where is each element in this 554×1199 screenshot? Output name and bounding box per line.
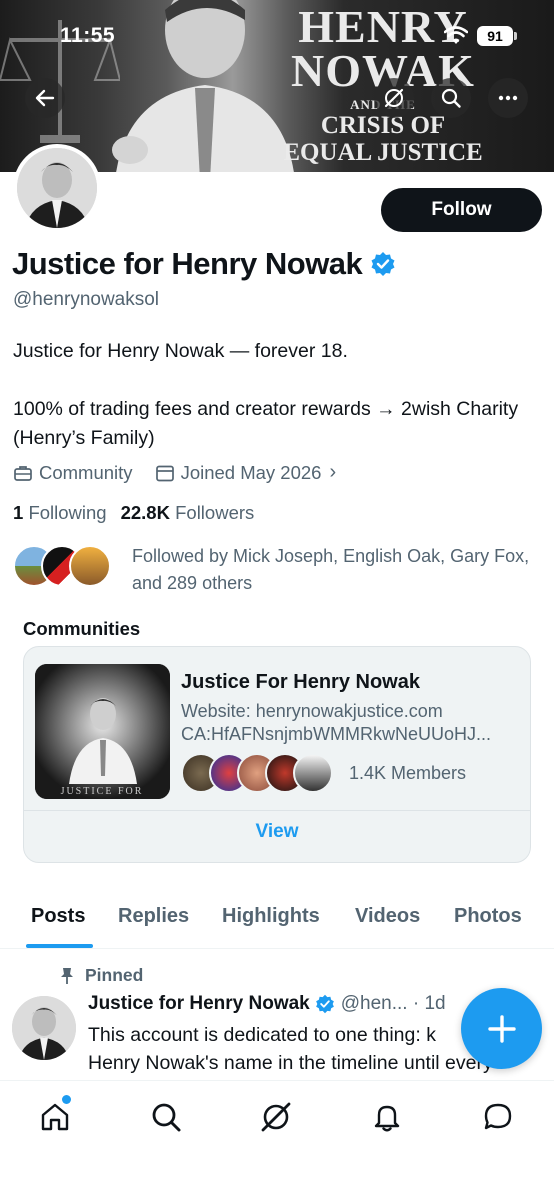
communities-heading: Communities [23, 618, 141, 639]
community-members: 1.4K Members [181, 753, 466, 793]
view-community-button[interactable]: View [24, 821, 530, 843]
notification-dot [62, 1095, 71, 1104]
status-time: 11:55 [60, 24, 116, 47]
more-dots-icon [498, 95, 518, 101]
back-button[interactable] [25, 78, 65, 118]
grok-icon [384, 88, 404, 108]
profile-meta: Community Joined May 2026 › [13, 461, 336, 484]
search-profile-button[interactable] [431, 78, 471, 118]
banner-line-4: CRISIS OF [320, 112, 446, 139]
nav-notifications[interactable] [369, 1099, 405, 1135]
profile-category: Community [39, 461, 133, 483]
profile-handle: @henrynowaksol [13, 289, 160, 310]
arrow-left-icon [35, 89, 55, 107]
battery-tip [514, 32, 517, 40]
verified-badge-icon [315, 994, 334, 1014]
post-text-line-2: Henry Nowak's name in the timeline until… [88, 1052, 493, 1074]
post-header: Justice for Henry Nowak @hen... · 1d [88, 993, 446, 1015]
profile-avatar[interactable] [13, 144, 101, 232]
compose-button[interactable] [461, 988, 542, 1069]
followers-link[interactable]: 22.8K Followers [121, 502, 255, 524]
bell-icon [374, 1105, 400, 1132]
profile-tabs: Posts Replies Highlights Videos Photos [0, 896, 554, 949]
pin-icon [61, 967, 73, 984]
joined-date[interactable]: Joined May 2026 [181, 462, 322, 484]
verified-badge-icon[interactable] [370, 251, 396, 277]
banner-line-5: EQUAL JUSTICE [283, 139, 483, 166]
tab-posts[interactable]: Posts [31, 905, 85, 928]
more-options-button[interactable] [488, 78, 528, 118]
bottom-navigation [0, 1080, 554, 1199]
wifi-icon [444, 26, 468, 44]
post-handle-time: @hen... · 1d [340, 993, 446, 1014]
community-card[interactable]: JUSTICE FOR Justice For Henry Nowak Webs… [23, 646, 531, 863]
card-divider [24, 810, 530, 811]
nav-grok[interactable] [258, 1099, 294, 1135]
community-thumb-caption: JUSTICE FOR [61, 786, 144, 797]
tab-photos[interactable]: Photos [454, 905, 522, 928]
profile-display-name: Justice for Henry Nowak [12, 246, 396, 282]
bio-line-1: Justice for Henry Nowak — forever 18. [13, 340, 348, 362]
avatar-portrait [17, 148, 97, 228]
home-icon [41, 1103, 69, 1131]
community-contract: CA:HfAFNsnjmbWMMRkwNeUUoHJ... [181, 724, 492, 744]
chat-bubble-icon [484, 1103, 512, 1130]
chevron-right-icon[interactable]: › [329, 461, 336, 484]
follow-button[interactable]: Follow [381, 188, 542, 232]
nav-explore[interactable] [148, 1099, 184, 1135]
battery-indicator: 91 [477, 26, 513, 46]
community-name: Justice For Henry Nowak [181, 671, 420, 693]
post-avatar-portrait [12, 996, 76, 1060]
pinned-label: Pinned [59, 965, 143, 986]
followed-by-avatars[interactable] [13, 545, 111, 587]
post-avatar[interactable] [12, 996, 76, 1060]
bio-line-2: 100% of trading fees and creator rewards… [13, 398, 519, 449]
follower-avatar [69, 545, 111, 587]
pinned-text: Pinned [85, 965, 144, 985]
nav-home[interactable] [37, 1099, 73, 1135]
post-author-name[interactable]: Justice for Henry Nowak [88, 993, 310, 1015]
tab-replies[interactable]: Replies [118, 905, 189, 928]
calendar-icon [155, 465, 174, 481]
grok-button[interactable] [374, 78, 414, 118]
search-icon [152, 1103, 181, 1132]
tab-videos[interactable]: Videos [355, 905, 420, 928]
members-count: 1.4K Members [349, 762, 467, 783]
search-icon [441, 88, 461, 108]
active-tab-indicator [26, 944, 93, 948]
display-name-text: Justice for Henry Nowak [12, 246, 363, 281]
profile-bio: Justice for Henry Nowak — forever 18. 10… [13, 337, 533, 453]
tab-highlights[interactable]: Highlights [222, 905, 320, 928]
community-website: Website: henrynowakjustice.com [181, 701, 443, 721]
community-thumbnail-image: JUSTICE FOR [35, 664, 170, 799]
plus-icon [487, 1014, 516, 1043]
briefcase-icon [14, 465, 32, 481]
followed-by-text[interactable]: Followed by Mick Joseph, English Oak, Ga… [132, 543, 544, 597]
member-avatar [293, 753, 333, 793]
grok-icon [261, 1102, 291, 1132]
follow-counts: 1 Following 22.8K Followers [13, 502, 254, 524]
nav-messages[interactable] [480, 1099, 516, 1135]
following-link[interactable]: 1 Following [13, 502, 107, 524]
community-thumbnail: JUSTICE FOR [35, 664, 170, 799]
